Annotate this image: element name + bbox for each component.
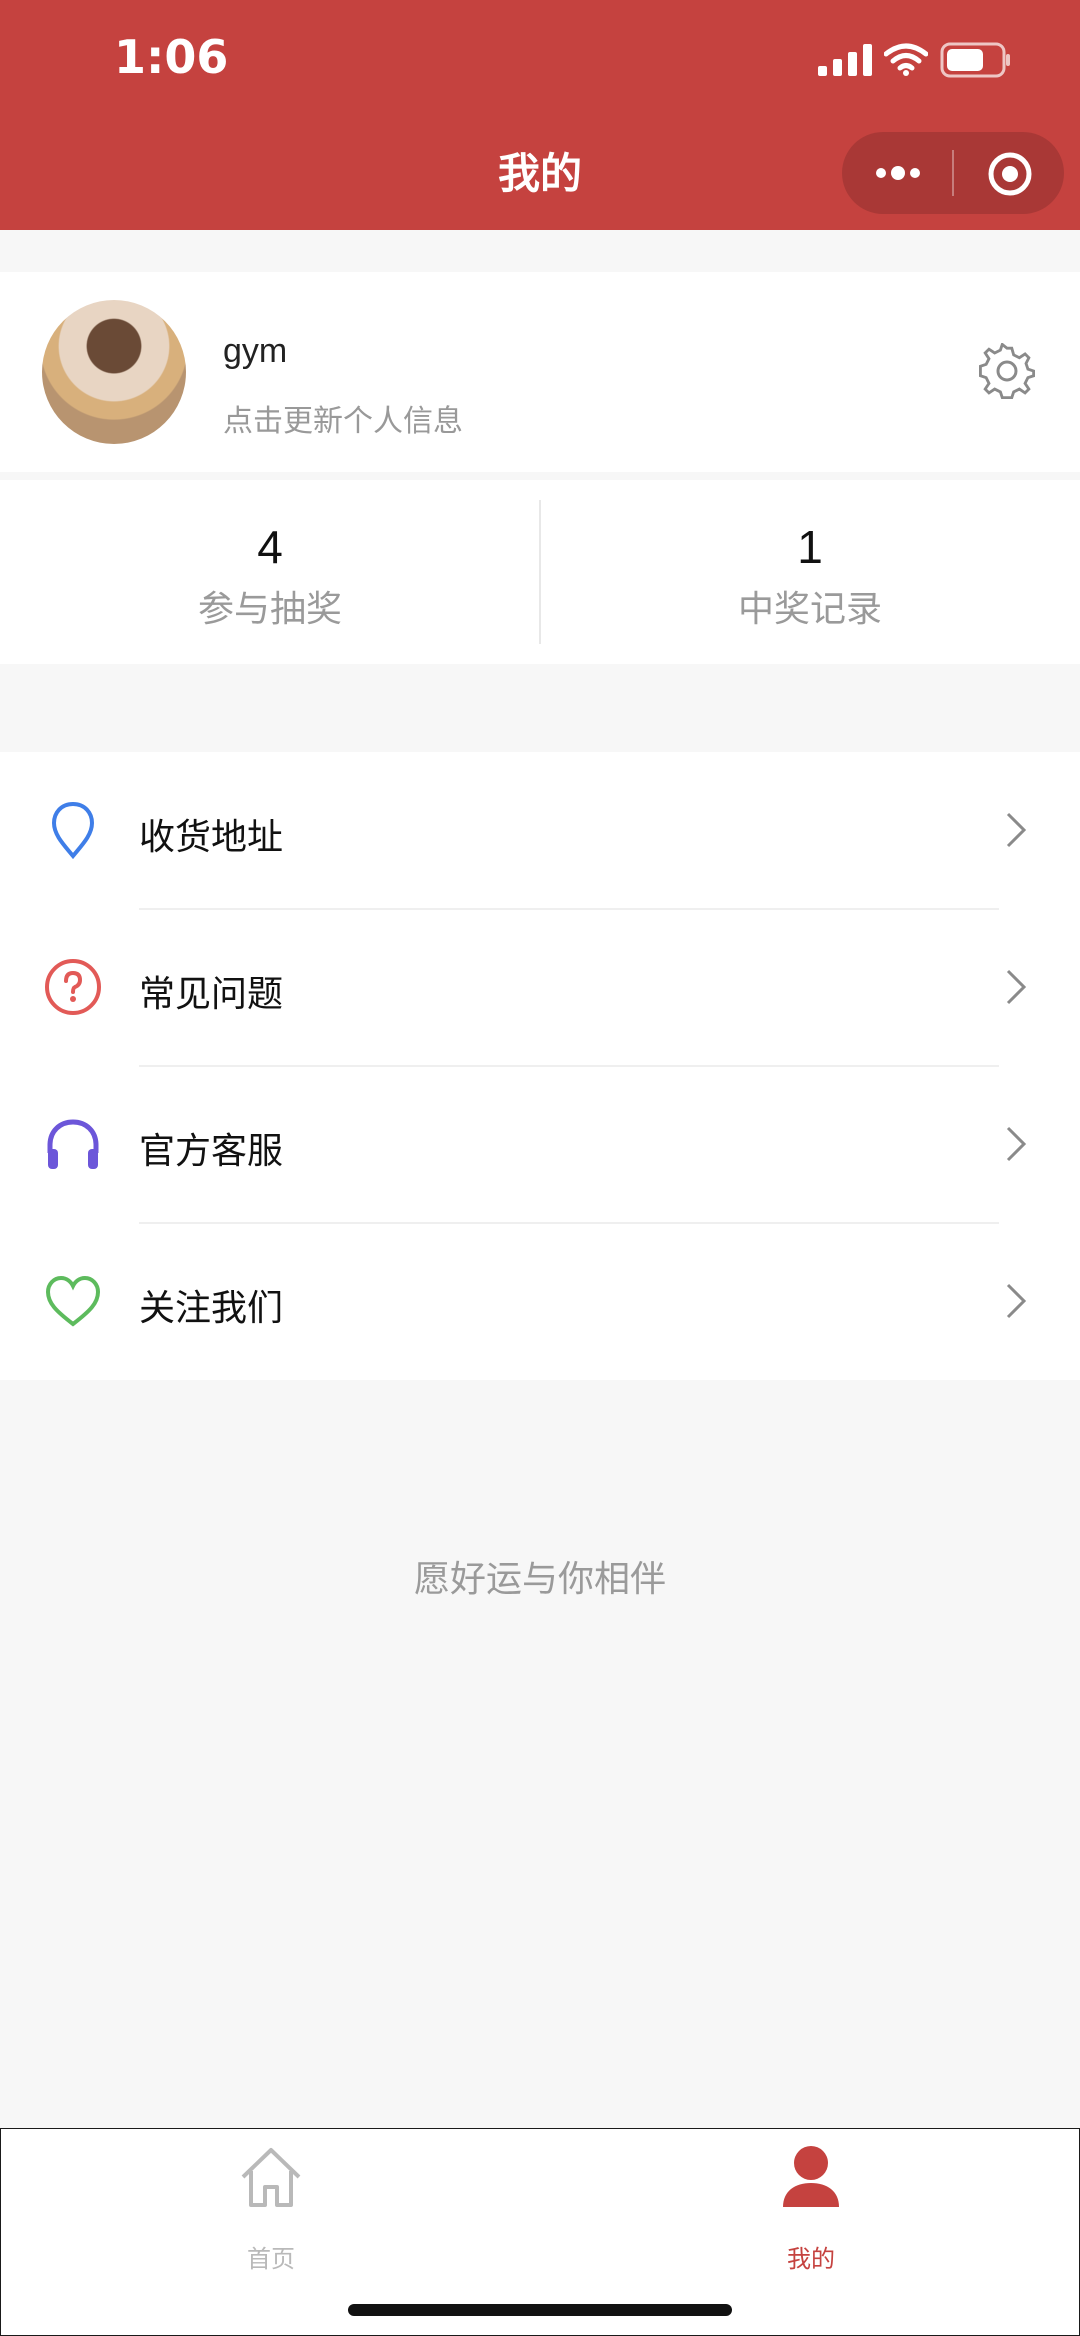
close-button[interactable] [954, 132, 1064, 214]
chevron-right-icon [1006, 812, 1027, 848]
home-indicator [348, 2304, 732, 2316]
top-header: 1:06 我的 [0, 0, 1080, 230]
location-pin-icon [51, 801, 95, 860]
status-time: 1:06 [114, 30, 229, 84]
menu-item-follow-us[interactable]: 关注我们 [0, 1223, 1080, 1380]
won-count: 1 [797, 521, 823, 573]
gear-icon[interactable] [979, 343, 1035, 399]
chevron-right-icon [1006, 1283, 1027, 1319]
target-circle-icon [988, 152, 1032, 196]
chevron-right-icon [1006, 1126, 1027, 1162]
participated-label: 参与抽奖 [197, 589, 342, 630]
more-button[interactable] [842, 132, 952, 214]
heart-icon [45, 1275, 101, 1327]
menu-label-faq: 常见问题 [139, 974, 284, 1015]
menu-item-faq[interactable]: 常见问题 [0, 909, 1080, 1066]
participated-count: 4 [257, 521, 283, 573]
menu-item-address[interactable]: 收货地址 [0, 752, 1080, 909]
menu-label-follow-us: 关注我们 [139, 1288, 284, 1329]
won-stat[interactable]: 1 中奖记录 [540, 480, 1080, 664]
menu-list: 收货地址 常见问题 官方客服 关注我们 [0, 752, 1080, 1380]
won-label: 中奖记录 [737, 589, 882, 630]
battery-icon [940, 42, 1010, 78]
menu-label-address: 收货地址 [139, 817, 284, 858]
question-circle-icon [45, 959, 101, 1015]
profile-update-hint[interactable]: 点击更新个人信息 [223, 396, 463, 440]
wifi-icon [884, 43, 928, 76]
tab-label-mine: 我的 [787, 2245, 835, 2273]
stats-panel: 4 参与抽奖 1 中奖记录 [0, 480, 1080, 664]
headset-icon [47, 1119, 99, 1169]
tab-label-home: 首页 [247, 2245, 295, 2273]
mini-program-capsule [842, 132, 1064, 214]
avatar[interactable] [42, 300, 186, 444]
username: gym [223, 332, 288, 370]
menu-label-customer-service: 官方客服 [139, 1131, 284, 1172]
menu-item-customer-service[interactable]: 官方客服 [0, 1066, 1080, 1223]
user-icon [783, 2146, 839, 2207]
participated-stat[interactable]: 4 参与抽奖 [0, 480, 540, 664]
home-icon [241, 2148, 301, 2207]
tab-home[interactable]: 首页 [171, 2143, 371, 2273]
signal-icon [818, 44, 872, 76]
chevron-right-icon [1006, 969, 1027, 1005]
more-dots-icon [876, 166, 920, 180]
motto-text: 愿好运与你相伴 [413, 1559, 666, 1600]
tab-mine[interactable]: 我的 [711, 2143, 911, 2273]
